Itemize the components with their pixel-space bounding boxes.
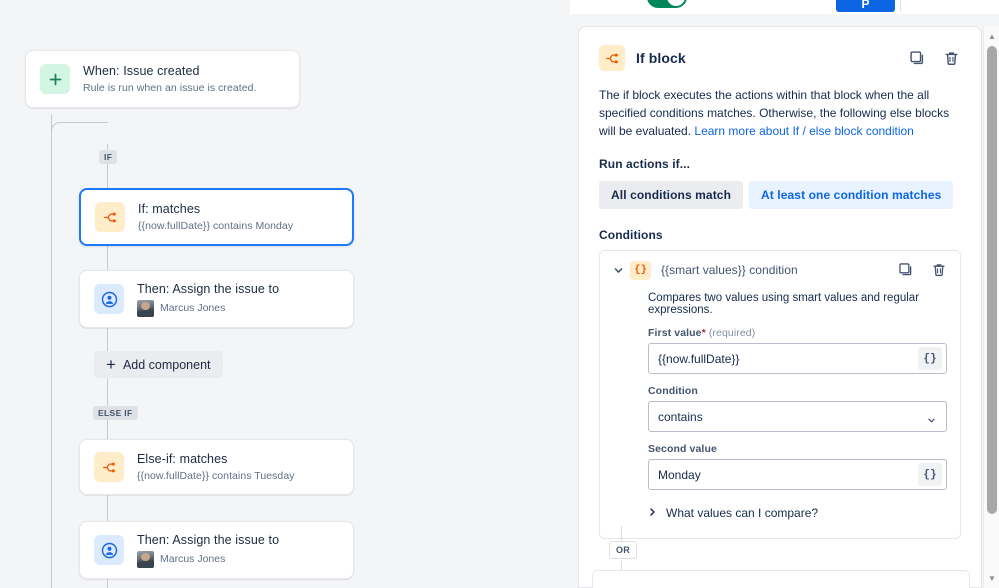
node-if-matches[interactable]: If: matches {{now.fullDate}} contains Mo… — [79, 188, 354, 246]
node-then-assign-1[interactable]: Then: Assign the issue to Marcus Jones — [79, 270, 354, 328]
panel-description: The if block executes the actions within… — [599, 86, 961, 140]
condition-header: {} {{smart values}} condition — [611, 260, 949, 280]
required-note: (required) — [708, 327, 756, 339]
node-title: If: matches — [138, 201, 201, 216]
panel-title: If block — [636, 50, 686, 66]
node-title: When: Issue created — [83, 63, 200, 78]
chevron-down-icon[interactable] — [611, 263, 625, 277]
disclosure-label: What values can I compare? — [666, 506, 819, 520]
smart-value-picker-icon[interactable]: {} — [918, 463, 942, 486]
first-value-field-wrap: {} — [648, 343, 947, 374]
condition-name: {{smart values}} condition — [661, 263, 798, 277]
first-value-label-text: First value — [648, 327, 702, 339]
segment-all-conditions-match[interactable]: All conditions match — [599, 181, 744, 209]
add-component-label: Add component — [122, 357, 211, 372]
avatar — [137, 550, 154, 568]
node-else-if-matches[interactable]: Else-if: matches {{now.fullDate}} contai… — [79, 439, 354, 495]
node-title: Then: Assign the issue to — [137, 281, 280, 296]
node-assignee: Marcus Jones — [137, 550, 279, 568]
node-when-issue-created[interactable]: When: Issue created Rule is run when an … — [25, 50, 300, 108]
node-subtitle: {{now.fullDate}} contains Monday — [138, 219, 294, 232]
node-then-assign-2[interactable]: Then: Assign the issue to Marcus Jones — [79, 521, 354, 579]
smart-values-badge: {} — [630, 260, 651, 280]
run-actions-label: Run actions if... — [599, 157, 691, 171]
assignee-name: Marcus Jones — [160, 302, 226, 314]
automation-rule-builder-screen: P IF ELSE IF When: Issue created Rule is… — [0, 0, 999, 588]
plus-icon: + — [106, 355, 116, 374]
assignee-icon — [94, 535, 124, 565]
node-subtitle: Rule is run when an issue is created. — [83, 81, 257, 94]
assignee-icon — [94, 284, 124, 314]
second-value-input[interactable] — [648, 459, 947, 490]
publish-rule-button[interactable]: P — [836, 0, 895, 12]
second-value-label: Second value — [648, 443, 717, 455]
branch-icon — [94, 452, 124, 482]
avatar — [137, 299, 154, 317]
trash-icon[interactable] — [929, 260, 949, 280]
or-connector-line-top — [621, 526, 622, 542]
segment-at-least-one-condition-matches[interactable]: At least one condition matches — [749, 181, 954, 209]
node-subtitle: {{now.fullDate}} contains Tuesday — [137, 469, 295, 482]
if-pill: IF — [99, 150, 118, 164]
condition-actions — [896, 260, 949, 280]
assignee-name: Marcus Jones — [160, 553, 226, 565]
condition-field-label: Condition — [648, 385, 698, 397]
node-title: Else-if: matches — [137, 451, 228, 466]
below-final-then-line — [107, 578, 108, 588]
node-title: Then: Assign the issue to — [137, 532, 280, 547]
copy-icon[interactable] — [907, 48, 927, 68]
trash-icon[interactable] — [941, 48, 961, 68]
or-pill: OR — [609, 541, 638, 559]
next-condition-card-partial[interactable] — [592, 570, 970, 588]
first-value-input[interactable] — [648, 343, 947, 374]
rule-canvas: IF ELSE IF When: Issue created Rule is r… — [0, 14, 570, 588]
trunk-connector — [51, 114, 52, 588]
else-if-pill: ELSE IF — [93, 406, 138, 420]
panel-actions — [907, 48, 961, 68]
condition-select[interactable]: containsdoes not containequalsdoes not e… — [648, 401, 947, 432]
if-block-detail-panel: If block The if block executes the actio… — [578, 26, 982, 588]
add-component-button[interactable]: + Add component — [94, 351, 223, 378]
scroll-down-icon[interactable]: ▼ — [984, 570, 999, 586]
smart-value-picker-icon[interactable]: {} — [918, 347, 942, 370]
scrollbar-thumb[interactable] — [987, 46, 997, 514]
condition-select-wrap: containsdoes not containequalsdoes not e… — [648, 401, 947, 432]
branch-icon — [599, 45, 625, 71]
panel-header: If block — [599, 43, 961, 73]
what-values-disclosure[interactable]: What values can I compare? — [648, 504, 947, 522]
rule-enabled-toggle[interactable] — [647, 0, 687, 8]
condition-card: {} {{smart values}} condition Compares t… — [599, 250, 961, 539]
plus-icon — [40, 64, 70, 94]
link-icon[interactable] — [774, 0, 788, 2]
scroll-up-icon[interactable]: ▲ — [984, 28, 999, 44]
branch-icon — [95, 202, 125, 232]
chevron-right-icon — [648, 504, 657, 522]
copy-icon[interactable] — [896, 260, 916, 280]
first-value-label: First value* (required) — [648, 327, 947, 339]
condition-description: Compares two values using smart values a… — [648, 292, 920, 316]
toolbar-divider — [900, 0, 901, 12]
conditions-label: Conditions — [599, 228, 663, 242]
panel-scrollbar[interactable]: ▲ ▼ — [983, 26, 999, 588]
node-assignee: Marcus Jones — [137, 299, 279, 317]
top-toolbar-strip: P — [570, 0, 999, 14]
condition-body: Compares two values using smart values a… — [611, 292, 949, 522]
learn-more-link[interactable]: Learn more about If / else block conditi… — [694, 124, 913, 138]
second-value-field-wrap: {} — [648, 459, 947, 490]
required-star: * — [701, 327, 706, 339]
run-actions-segmented-control: All conditions match At least one condit… — [599, 181, 961, 209]
